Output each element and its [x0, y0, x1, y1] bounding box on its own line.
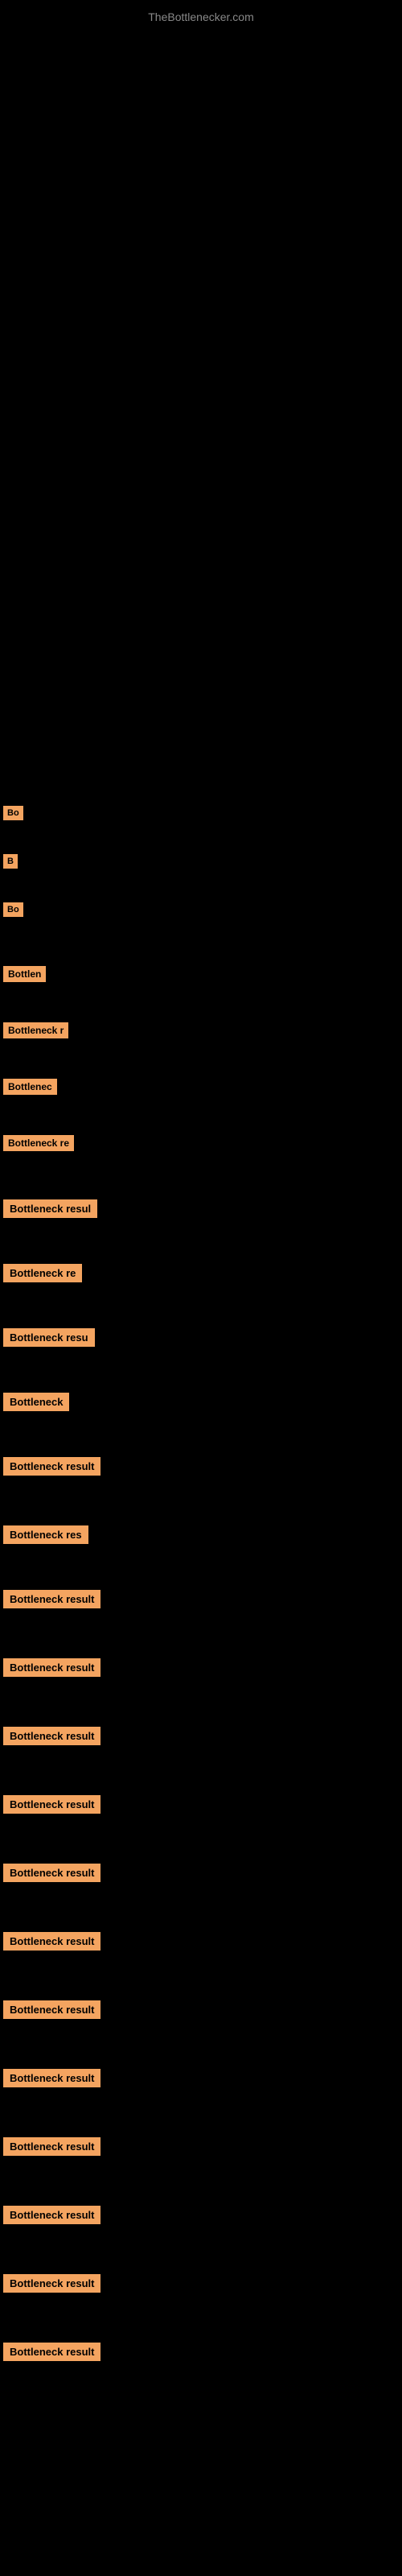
list-item: Bottleneck r — [3, 1022, 68, 1038]
bottleneck-result-label[interactable]: Bottleneck result — [3, 1795, 100, 1814]
list-item: Bo — [3, 902, 23, 917]
list-item: Bottleneck result — [3, 2343, 100, 2361]
bottleneck-result-label[interactable]: Bottleneck result — [3, 1932, 100, 1951]
bottleneck-result-label[interactable]: Bottleneck resu — [3, 1328, 95, 1347]
bottleneck-result-label[interactable]: B — [3, 854, 18, 869]
bottleneck-result-label[interactable]: Bottleneck result — [3, 2274, 100, 2293]
bottleneck-result-label[interactable]: Bo — [3, 902, 23, 917]
list-item: Bottleneck result — [3, 1932, 100, 1951]
list-item: Bottleneck result — [3, 2206, 100, 2224]
list-item: Bottleneck — [3, 1393, 69, 1411]
bottleneck-result-label[interactable]: Bottleneck result — [3, 1457, 100, 1476]
list-item: Bottleneck result — [3, 1795, 100, 1814]
bottleneck-result-label[interactable]: Bottlenec — [3, 1079, 57, 1095]
bottleneck-result-label[interactable]: Bottleneck result — [3, 1864, 100, 1882]
list-item: Bottlenec — [3, 1079, 57, 1095]
list-item: Bottleneck result — [3, 1658, 100, 1677]
bottleneck-result-label[interactable]: Bottleneck r — [3, 1022, 68, 1038]
bottleneck-result-label[interactable]: Bottlen — [3, 966, 46, 982]
list-item: Bottleneck result — [3, 1590, 100, 1608]
bottleneck-result-label[interactable]: Bottleneck — [3, 1393, 69, 1411]
bottleneck-result-label[interactable]: Bottleneck result — [3, 2206, 100, 2224]
bottleneck-result-label[interactable]: Bottleneck result — [3, 1590, 100, 1608]
bottleneck-result-label[interactable]: Bottleneck result — [3, 2069, 100, 2087]
bottleneck-result-label[interactable]: Bo — [3, 806, 23, 820]
site-title: TheBottlenecker.com — [0, 4, 402, 30]
list-item: Bottleneck resu — [3, 1328, 95, 1347]
bottleneck-result-label[interactable]: Bottleneck re — [3, 1264, 82, 1282]
list-item: Bottleneck result — [3, 2069, 100, 2087]
list-item: Bottlen — [3, 966, 46, 982]
bottleneck-result-label[interactable]: Bottleneck result — [3, 2000, 100, 2019]
bottleneck-result-label[interactable]: Bottleneck resul — [3, 1199, 97, 1218]
bottleneck-result-label[interactable]: Bottleneck result — [3, 1727, 100, 1745]
list-item: Bottleneck result — [3, 1727, 100, 1745]
list-item: Bottleneck res — [3, 1525, 88, 1544]
list-item: Bottleneck result — [3, 2137, 100, 2156]
bottleneck-result-label[interactable]: Bottleneck re — [3, 1135, 74, 1151]
bottleneck-result-label[interactable]: Bottleneck result — [3, 2343, 100, 2361]
list-item: Bottleneck result — [3, 1864, 100, 1882]
bottleneck-result-label[interactable]: Bottleneck result — [3, 2137, 100, 2156]
list-item: Bottleneck re — [3, 1135, 74, 1151]
list-item: Bottleneck re — [3, 1264, 82, 1282]
list-item: Bottleneck result — [3, 1457, 100, 1476]
site-title-text: TheBottlenecker.com — [148, 10, 254, 23]
bottleneck-result-label[interactable]: Bottleneck result — [3, 1658, 100, 1677]
bottleneck-result-label[interactable]: Bottleneck res — [3, 1525, 88, 1544]
list-item: Bo — [3, 805, 23, 820]
list-item: Bottleneck result — [3, 2000, 100, 2019]
list-item: B — [3, 853, 18, 869]
list-item: Bottleneck result — [3, 2274, 100, 2293]
list-item: Bottleneck resul — [3, 1199, 97, 1218]
